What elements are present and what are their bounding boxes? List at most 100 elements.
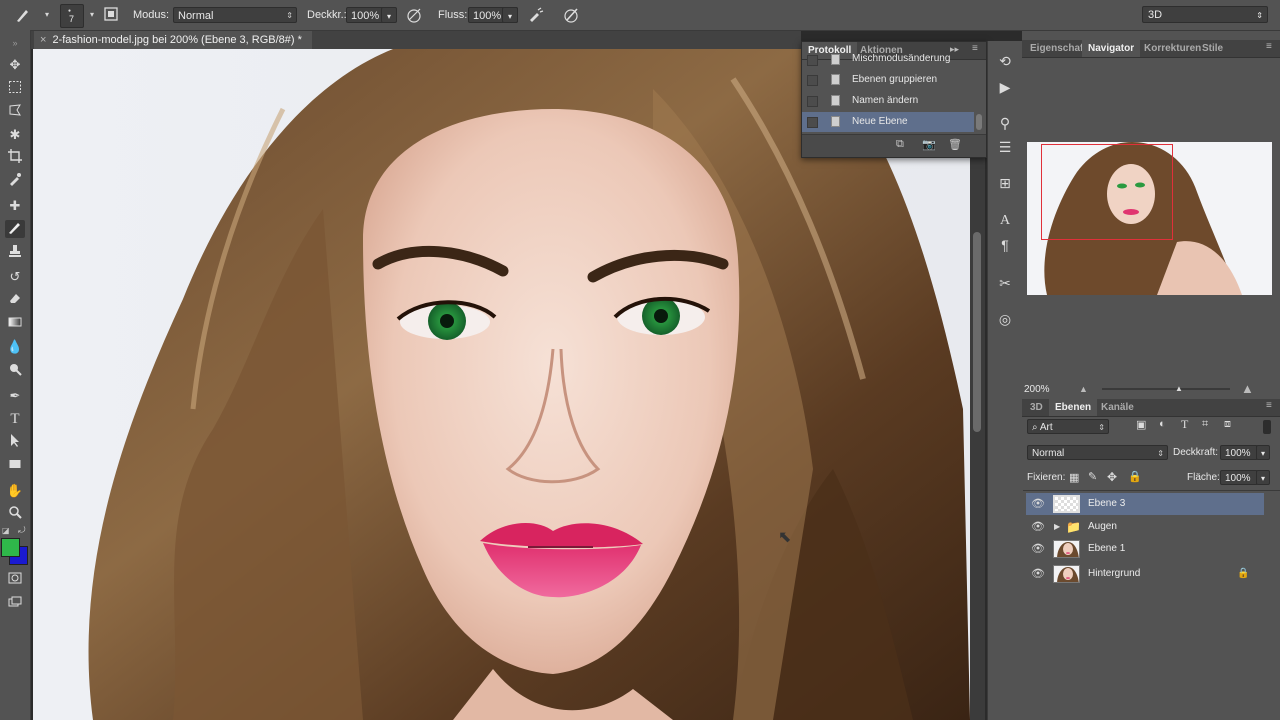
layer-row-hintergrund[interactable]: 👁 Hintergrund 🔒 [1026,563,1264,585]
quick-mask-icon[interactable] [5,571,25,589]
expand-group-icon[interactable]: ▶ [1054,516,1060,538]
adjustment-layer-filter-icon[interactable]: ◐ [1159,418,1166,430]
zoom-tool-icon[interactable] [5,505,25,523]
eye-visibility-icon[interactable]: 👁 [1031,516,1045,538]
brush-preset-icon[interactable] [14,6,32,24]
lock-all-icon[interactable]: 🔒 [1128,470,1142,483]
history-item[interactable]: Ebenen gruppieren [802,70,974,90]
layer-filter-select[interactable]: ⌕ Art ⇕ [1027,419,1109,434]
eye-visibility-icon[interactable]: 👁 [1031,538,1045,560]
move-tool-icon[interactable]: ✥ [5,56,25,74]
panel-menu-icon[interactable]: ≡ [972,43,978,54]
history-panel-icon[interactable]: ⟲ [995,51,1015,71]
history-brush-tool-icon[interactable]: ↺ [5,268,25,286]
tab-3d[interactable]: 3D [1024,399,1049,416]
navigator-view-rectangle[interactable] [1041,144,1173,240]
new-document-from-state-icon[interactable]: ⧉ [896,138,904,151]
lock-pixels-icon[interactable]: ✎ [1088,470,1097,483]
blur-tool-icon[interactable]: 💧 [5,338,25,356]
history-item[interactable]: Namen ändern [802,91,974,111]
history-item[interactable]: Mischmodusänderung [802,54,974,69]
eyedropper-tool-icon[interactable] [5,172,25,190]
marquee-tool-icon[interactable] [5,80,25,98]
foreground-color-swatch[interactable] [1,538,20,557]
actions-panel-icon[interactable]: ▶ [995,77,1015,97]
history-snapshot-checkbox[interactable] [807,75,818,86]
layer-opacity-dropdown[interactable]: ▾ [1256,445,1270,460]
hand-tool-icon[interactable]: ✋ [5,482,25,500]
shape-layer-filter-icon[interactable]: ⌗ [1202,418,1208,431]
pen-tool-icon[interactable]: ✒ [5,387,25,405]
brush-presets-icon[interactable]: ⚲ [995,113,1015,133]
crop-tool-icon[interactable] [5,149,25,167]
pixel-layer-filter-icon[interactable]: ▣ [1136,418,1146,431]
brush-panel-toggle-icon[interactable] [102,6,120,24]
tab-navigator[interactable]: Navigator [1082,40,1141,57]
eye-visibility-icon[interactable]: 👁 [1031,563,1045,585]
zoom-in-icon[interactable]: ▲ [1241,381,1254,396]
lock-position-icon[interactable]: ✥ [1107,470,1117,484]
layer-row-augen[interactable]: 👁 ▶ 📁 Augen [1026,516,1264,538]
eye-visibility-icon[interactable]: 👁 [1031,493,1045,515]
history-snapshot-checkbox[interactable] [807,117,818,128]
history-scrollbar-thumb[interactable] [976,114,982,130]
fill-field[interactable]: 100% [1220,470,1258,485]
panel-menu-icon[interactable]: ≡ [1266,41,1272,52]
quick-selection-tool-icon[interactable]: ✱ [5,126,25,144]
vertical-scrollbar-thumb[interactable] [973,232,981,432]
type-tool-icon[interactable]: T [5,410,25,428]
layer-comps-icon[interactable]: ◎ [995,309,1015,329]
character-panel-icon[interactable]: A [995,211,1015,231]
layer-row-ebene-3[interactable]: 👁 Ebene 3 [1026,493,1264,515]
clone-source-icon[interactable]: ⊞ [995,173,1015,193]
filter-toggle-switch[interactable] [1263,420,1271,434]
zoom-out-icon[interactable]: ▲ [1079,384,1088,394]
flow-dropdown-button[interactable]: ▾ [502,7,518,23]
history-snapshot-checkbox[interactable] [807,55,818,66]
trash-icon[interactable]: 🗑 [948,138,962,151]
brush-preset-dropdown-icon[interactable]: ▾ [38,6,56,24]
pressure-opacity-icon[interactable] [405,6,423,24]
navigator-zoom-value[interactable]: 200% [1024,384,1050,395]
rectangle-tool-icon[interactable] [5,457,25,475]
fill-dropdown[interactable]: ▾ [1256,470,1270,485]
eraser-tool-icon[interactable] [5,291,25,309]
airbrush-icon[interactable] [527,6,545,24]
gradient-tool-icon[interactable] [5,315,25,333]
blend-mode-select[interactable]: Normal ⇕ [1027,445,1168,460]
close-tab-icon[interactable]: × [40,34,46,46]
mode-select[interactable]: Normal ⇕ [173,7,297,23]
zoom-slider-handle[interactable]: ▲ [1175,384,1183,393]
brush-settings-icon[interactable]: ☰ [995,137,1015,157]
collapse-toolbar-icon[interactable]: » [5,34,25,52]
history-snapshot-checkbox[interactable] [807,96,818,107]
opacity-dropdown-button[interactable]: ▾ [381,7,397,23]
workspace-select[interactable]: 3D ⇕ [1142,6,1268,23]
tab-ebenen[interactable]: Ebenen [1049,399,1098,416]
tool-presets-icon[interactable]: ✂ [995,273,1015,293]
pressure-size-icon[interactable] [562,6,580,24]
document-tab[interactable]: × 2-fashion-model.jpg bei 200% (Ebene 3, … [34,31,312,49]
tab-stile[interactable]: Stile [1196,40,1229,57]
lasso-tool-icon[interactable] [5,103,25,121]
swap-colors-icon[interactable]: ⤾ [18,525,26,536]
path-selection-tool-icon[interactable] [5,433,25,451]
dodge-tool-icon[interactable] [5,362,25,380]
default-colors-icon[interactable]: ◪ [2,526,10,535]
screen-mode-icon[interactable] [5,595,25,613]
history-item-selected[interactable]: Neue Ebene [802,112,974,132]
panel-menu-icon[interactable]: ≡ [1266,400,1272,411]
layer-row-ebene-1[interactable]: 👁 Ebene 1 [1026,538,1264,560]
brush-size-dropdown-icon[interactable]: ▾ [83,6,101,24]
smart-object-filter-icon[interactable]: ⧈ [1224,418,1231,431]
type-layer-filter-icon[interactable]: T [1181,417,1188,432]
lock-transparency-icon[interactable]: ▦ [1069,471,1079,484]
brush-tool-icon[interactable] [5,220,25,238]
paragraph-panel-icon[interactable]: ¶ [995,235,1015,255]
camera-snapshot-icon[interactable]: 📷 [922,138,936,151]
clone-stamp-tool-icon[interactable] [5,244,25,262]
healing-brush-tool-icon[interactable]: ✚ [5,197,25,215]
brush-size-preview[interactable]: ● 7 [60,4,84,28]
layer-opacity-field[interactable]: 100% [1220,445,1258,460]
tab-kanaele[interactable]: Kanäle [1095,399,1140,416]
